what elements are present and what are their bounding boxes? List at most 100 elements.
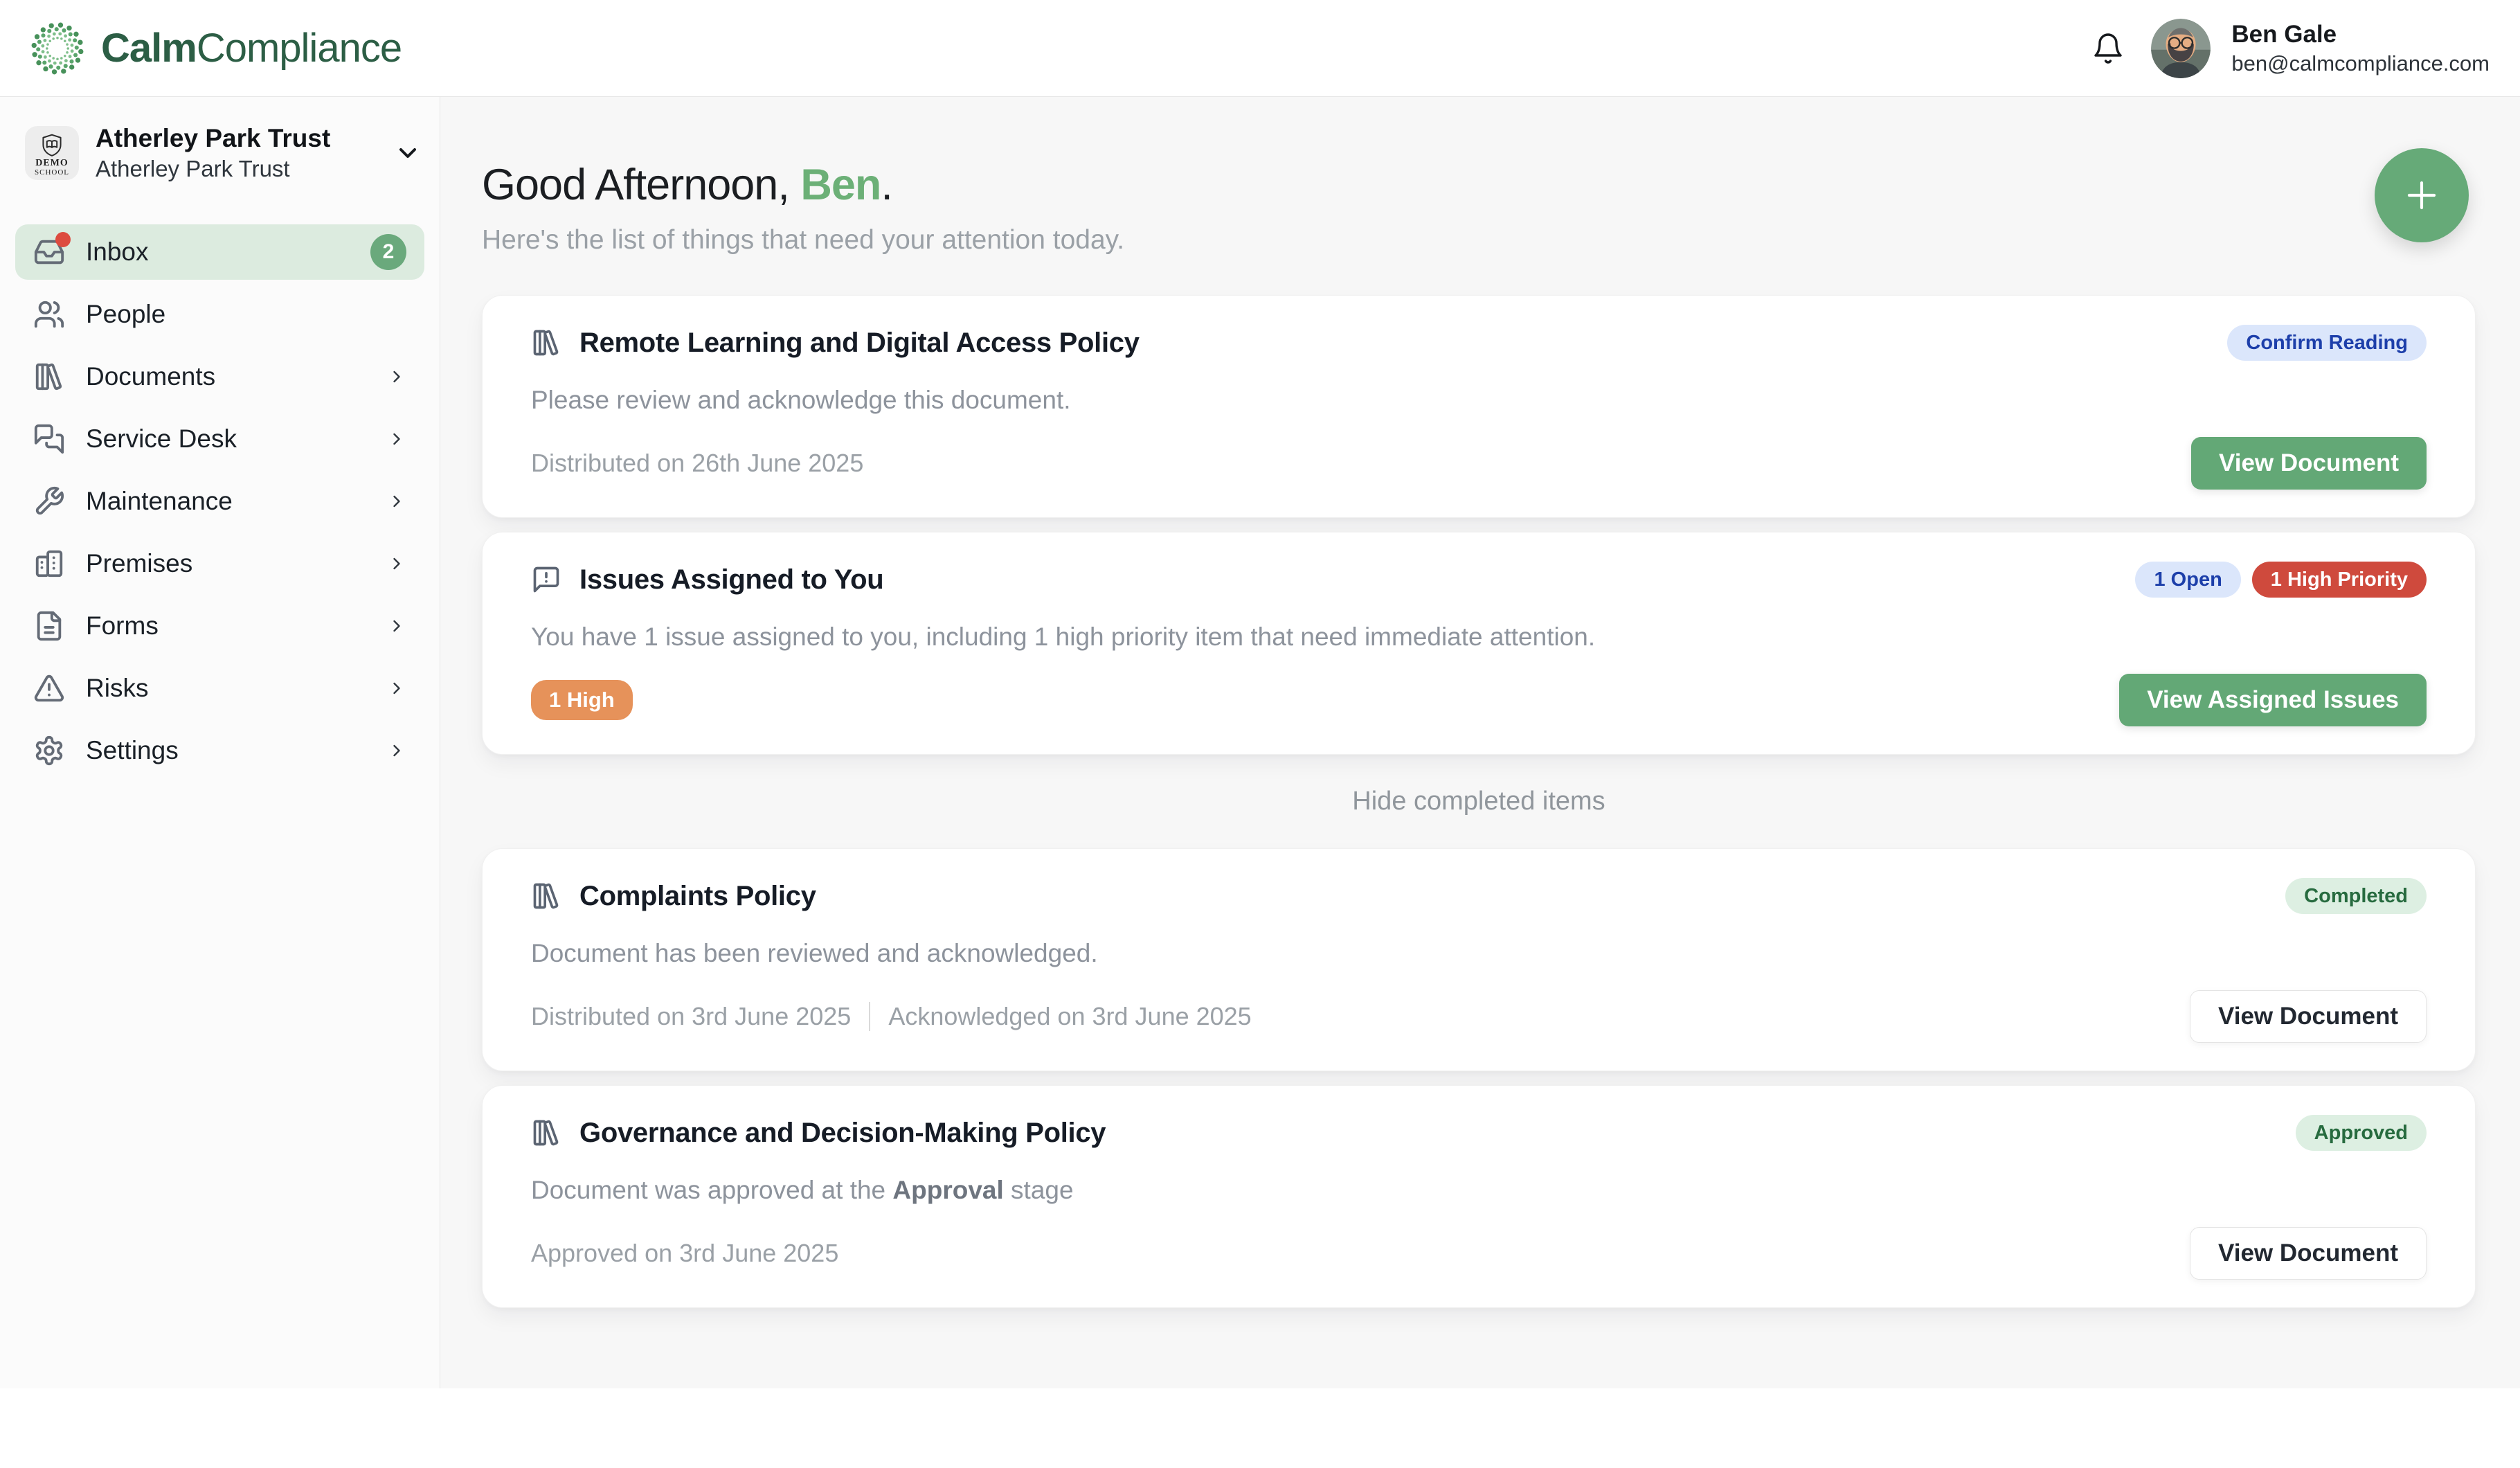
status-badge: Confirm Reading — [2227, 325, 2427, 361]
card-meta-text: Approved on 3rd June 2025 — [531, 1239, 838, 1268]
card-meta-text: Distributed on 26th June 2025 — [531, 449, 863, 478]
card-header: Issues Assigned to You 1 Open 1 High Prior… — [531, 562, 2427, 598]
sidebar-item-label: Risks — [86, 674, 148, 703]
sidebar-item-maintenance[interactable]: Maintenance — [15, 474, 424, 529]
status-badge: Completed — [2285, 878, 2427, 914]
user-email: ben@calmcompliance.com — [2231, 51, 2490, 76]
org-badge-line2: SCHOOL — [35, 168, 69, 177]
card-title: Complaints Policy — [579, 881, 816, 912]
status-badge: 1 Open — [2135, 562, 2240, 598]
card-badges: Completed — [2285, 878, 2427, 914]
wrench-icon — [33, 485, 65, 517]
org-badge-line1: DEMO — [35, 158, 69, 168]
card-title: Issues Assigned to You — [579, 564, 883, 596]
sidebar-item-inbox[interactable]: Inbox2 — [15, 224, 424, 280]
brand-name-bold: Calm — [101, 26, 197, 71]
chevron-right-icon — [387, 554, 406, 573]
sidebar-item-label: Maintenance — [86, 487, 233, 516]
card-header: Governance and Decision-Making Policy App… — [531, 1115, 2427, 1151]
priority-tag: 1 High — [531, 680, 633, 720]
card-header: Remote Learning and Digital Access Polic… — [531, 325, 2427, 361]
card-complaints-policy: Complaints Policy Completed Document has b… — [482, 848, 2476, 1071]
chevron-right-icon — [387, 429, 406, 449]
card-description: Document was approved at the Approval st… — [531, 1174, 2427, 1206]
view-document-button[interactable]: View Document — [2191, 437, 2427, 490]
attention-list: Remote Learning and Digital Access Polic… — [482, 295, 2476, 1308]
building-icon — [33, 548, 65, 580]
chevron-right-icon — [387, 616, 406, 636]
card-footer: Distributed on 26th June 2025 View Docume… — [531, 437, 2427, 490]
hide-completed-toggle[interactable]: Hide completed items — [482, 787, 2476, 816]
status-badge: Approved — [2296, 1115, 2427, 1151]
alert-triangle-icon — [33, 672, 65, 704]
card-badges: Confirm Reading — [2227, 325, 2427, 361]
sidebar-item-service-desk[interactable]: Service Desk — [15, 411, 424, 467]
greeting-prefix: Good Afternoon, — [482, 161, 800, 209]
inbox-icon — [33, 236, 65, 268]
sidebar-item-settings[interactable]: Settings — [15, 723, 424, 778]
org-switcher[interactable]: DEMO SCHOOL Atherley Park Trust Atherley… — [25, 125, 422, 181]
org-subtitle: Atherley Park Trust — [96, 156, 330, 181]
brand-logo[interactable]: CalmCompliance — [28, 19, 402, 78]
card-issues-assigned-to-you: Issues Assigned to You 1 Open 1 High Prior… — [482, 532, 2476, 755]
card-footer: 1 High View Assigned Issues — [531, 674, 2427, 726]
plus-icon — [2400, 174, 2443, 217]
view-assigned-issues-button[interactable]: View Assigned Issues — [2119, 674, 2427, 726]
file-icon — [33, 610, 65, 642]
sidebar-item-label: Forms — [86, 611, 159, 641]
page-title: Good Afternoon, Ben. — [482, 159, 2476, 211]
sidebar-item-risks[interactable]: Risks — [15, 661, 424, 716]
card-meta: Distributed on 3rd June 2025Acknowledged… — [531, 1002, 1252, 1031]
card-footer: Approved on 3rd June 2025 View Document — [531, 1227, 2427, 1280]
library-icon — [531, 1118, 561, 1148]
card-title: Governance and Decision-Making Policy — [579, 1118, 1106, 1149]
users-icon — [33, 298, 65, 330]
sidebar-item-label: People — [86, 300, 165, 329]
sidebar-item-people[interactable]: People — [15, 287, 424, 342]
sidebar-item-label: Inbox — [86, 238, 149, 267]
greeting-name: Ben — [800, 161, 881, 209]
user-avatar[interactable] — [2151, 19, 2211, 78]
stage-name: Approval — [892, 1176, 1003, 1204]
meta-divider — [869, 1002, 870, 1031]
status-badge: 1 High Priority — [2252, 562, 2427, 598]
notification-dot — [55, 232, 71, 247]
brand-name-light: Compliance — [197, 26, 402, 71]
chevron-right-icon — [387, 492, 406, 511]
add-button[interactable] — [2375, 148, 2469, 242]
library-icon — [531, 328, 561, 358]
view-document-button[interactable]: View Document — [2190, 1227, 2427, 1280]
chevron-right-icon — [387, 679, 406, 698]
sidebar-item-forms[interactable]: Forms — [15, 598, 424, 654]
user-meta: Ben Gale ben@calmcompliance.com — [2231, 21, 2490, 76]
chevron-down-icon — [394, 139, 422, 167]
org-name: Atherley Park Trust — [96, 125, 330, 152]
card-meta: Approved on 3rd June 2025 — [531, 1239, 838, 1268]
header-right: Ben Gale ben@calmcompliance.com — [2091, 19, 2490, 78]
main: Good Afternoon, Ben. Here's the list of … — [440, 97, 2520, 1388]
view-document-button[interactable]: View Document — [2190, 990, 2427, 1043]
greeting-suffix: . — [881, 161, 892, 209]
card-badges: Approved — [2296, 1115, 2427, 1151]
sidebar-item-premises[interactable]: Premises — [15, 536, 424, 591]
card-title: Remote Learning and Digital Access Polic… — [579, 328, 1140, 359]
brand-logo-icon — [28, 19, 87, 78]
user-name: Ben Gale — [2231, 21, 2490, 48]
sidebar-item-documents[interactable]: Documents — [15, 349, 424, 404]
card-description: Please review and acknowledge this docum… — [531, 384, 2427, 416]
sidebar-item-label: Premises — [86, 549, 192, 578]
sidebar-item-label: Documents — [86, 362, 215, 391]
card-description: Document has been reviewed and acknowled… — [531, 938, 2427, 969]
library-icon — [33, 361, 65, 393]
shield-book-icon — [39, 133, 64, 158]
sidebar-nav: Inbox2 People Documents Service Desk Mainten… — [0, 224, 440, 778]
card-meta-text: Distributed on 3rd June 2025 — [531, 1002, 851, 1031]
card-badges: 1 Open 1 High Priority — [2135, 562, 2427, 598]
org-logo: DEMO SCHOOL — [25, 126, 79, 180]
messages-icon — [33, 423, 65, 455]
card-header: Complaints Policy Completed — [531, 878, 2427, 914]
notifications-bell-icon[interactable] — [2091, 32, 2125, 65]
card-governance-and-decision-making-policy: Governance and Decision-Making Policy App… — [482, 1085, 2476, 1308]
chevron-right-icon — [387, 367, 406, 386]
org-text: Atherley Park Trust Atherley Park Trust — [96, 125, 330, 181]
